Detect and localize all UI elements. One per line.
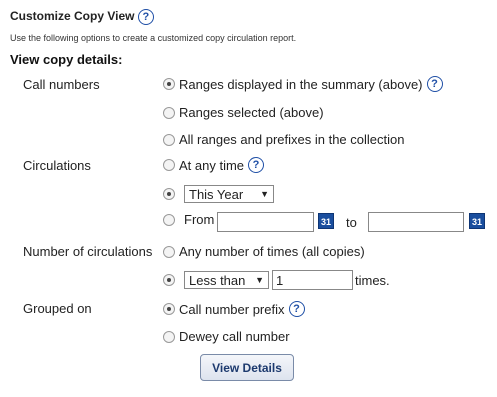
help-icon[interactable]: ? [137, 9, 154, 25]
option-label: Any number of times (all copies) [179, 244, 365, 259]
grouped-on-label: Grouped on [23, 301, 92, 316]
from-date-input[interactable] [217, 212, 314, 232]
to-label: to [346, 215, 357, 230]
option-label: Call number prefix [179, 301, 285, 317]
to-date-input[interactable] [368, 212, 464, 232]
period-select[interactable]: This Year ▼ [184, 185, 274, 203]
radio-unselected[interactable] [163, 330, 175, 343]
radio-unselected[interactable] [163, 213, 175, 226]
radio-selected[interactable] [163, 303, 175, 315]
help-icon[interactable]: ? [426, 76, 443, 92]
help-icon[interactable]: ? [248, 157, 265, 173]
circulations-label: Circulations [23, 158, 91, 173]
count-input[interactable]: 1 [272, 270, 353, 290]
number-of-circulations-label: Number of circulations [23, 244, 153, 259]
help-icon[interactable]: ? [288, 301, 305, 317]
call-numbers-label: Call numbers [23, 77, 100, 92]
section-heading: View copy details: [10, 52, 123, 67]
grouped-option-dewey[interactable]: Dewey call number [163, 329, 290, 344]
view-details-button[interactable]: View Details [200, 354, 294, 381]
comparator-select[interactable]: Less than ▼ [184, 271, 269, 289]
radio-unselected[interactable] [163, 133, 175, 146]
option-label: Ranges displayed in the summary (above) [179, 76, 423, 92]
period-select-value: This Year [189, 186, 244, 202]
from-label: From [184, 212, 215, 227]
number-option-any[interactable]: Any number of times (all copies) [163, 244, 365, 259]
grouped-option-prefix[interactable]: Call number prefix ? [163, 301, 305, 317]
option-label: All ranges and prefixes in the collectio… [179, 132, 405, 147]
call-numbers-option-summary[interactable]: Ranges displayed in the summary (above) … [163, 76, 443, 92]
radio-selected[interactable] [163, 78, 175, 90]
circulations-option-range[interactable]: From [163, 212, 214, 227]
option-label: Dewey call number [179, 329, 290, 344]
page-description: Use the following options to create a cu… [10, 33, 297, 43]
option-label: At any time [179, 157, 245, 173]
page-title: Customize Copy View ? [10, 9, 154, 25]
radio-unselected[interactable] [163, 245, 175, 258]
radio-selected[interactable] [163, 274, 175, 286]
comparator-select-value: Less than [189, 272, 246, 288]
circulations-option-any-time[interactable]: At any time ? [163, 157, 265, 173]
calendar-icon[interactable]: 31 [318, 213, 334, 229]
circulations-option-period[interactable]: This Year ▼ [163, 185, 274, 203]
call-numbers-option-selected[interactable]: Ranges selected (above) [163, 105, 324, 120]
radio-unselected[interactable] [163, 106, 175, 119]
number-option-comparator[interactable]: Less than ▼ [163, 271, 269, 289]
calendar-icon[interactable]: 31 [469, 213, 485, 229]
call-numbers-option-all[interactable]: All ranges and prefixes in the collectio… [163, 132, 404, 147]
radio-unselected[interactable] [163, 159, 175, 171]
radio-selected[interactable] [163, 188, 175, 200]
chevron-down-icon: ▼ [260, 189, 269, 199]
option-label: Ranges selected (above) [179, 105, 324, 120]
chevron-down-icon: ▼ [255, 275, 264, 285]
page-title-text: Customize Copy View [10, 9, 135, 24]
times-label: times. [355, 273, 390, 288]
